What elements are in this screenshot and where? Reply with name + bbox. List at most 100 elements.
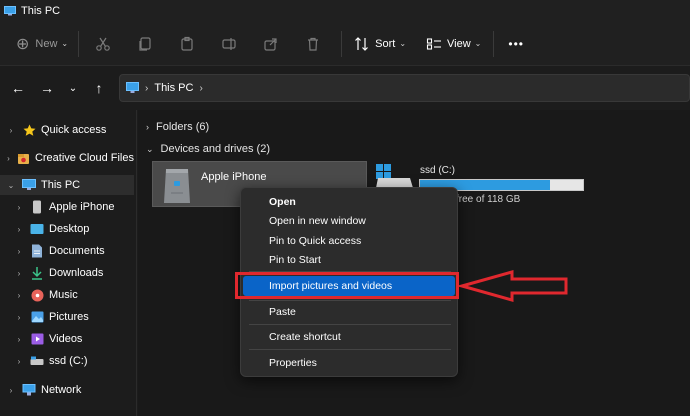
address-bar[interactable]: › This PC › — [119, 74, 690, 102]
expand-chevron-icon[interactable]: › — [14, 291, 24, 300]
arrow-up-icon: ↑ — [95, 80, 103, 96]
this-pc-icon — [4, 6, 16, 16]
expand-chevron-icon[interactable]: › — [14, 335, 24, 344]
collapse-chevron-icon[interactable]: ⌄ — [6, 181, 16, 190]
sidebar-item-downloads[interactable]: › Downloads — [0, 263, 134, 283]
copy-button[interactable] — [131, 30, 159, 58]
menu-item-paste[interactable]: Paste — [269, 306, 296, 318]
expand-chevron-icon[interactable]: › — [6, 386, 16, 395]
download-icon — [30, 266, 44, 280]
videos-icon — [30, 332, 44, 346]
menu-divider — [249, 349, 451, 350]
share-button[interactable] — [257, 30, 285, 58]
monitor-icon — [22, 178, 36, 192]
sidebar-item-label: Network — [41, 384, 82, 396]
menu-item-pin-quick-access[interactable]: Pin to Quick access — [269, 235, 361, 247]
expand-chevron-icon[interactable]: › — [14, 225, 24, 234]
sidebar-item-desktop[interactable]: › Desktop — [0, 219, 134, 239]
sidebar-item-label: ssd (C:) — [49, 355, 88, 367]
menu-item-create-shortcut[interactable]: Create shortcut — [269, 331, 341, 343]
menu-divider — [249, 324, 451, 325]
desktop-icon — [30, 222, 44, 236]
menu-item-open-new-window[interactable]: Open in new window — [269, 215, 366, 227]
sidebar-item-creative-cloud[interactable]: › Creative Cloud Files — [0, 148, 134, 168]
menu-item-properties[interactable]: Properties — [269, 357, 317, 369]
arrow-left-icon: ← — [11, 80, 25, 96]
breadcrumb-this-pc[interactable]: This PC — [154, 82, 193, 94]
sidebar-item-videos[interactable]: › Videos — [0, 329, 134, 349]
sidebar-item-label: Videos — [49, 333, 83, 345]
expand-chevron-icon[interactable]: › — [14, 313, 24, 322]
music-icon — [30, 288, 44, 302]
expand-chevron-icon[interactable]: › — [14, 269, 24, 278]
plus-icon: ⊕ — [16, 35, 30, 53]
chevron-right-icon: › — [146, 122, 149, 132]
expand-chevron-icon[interactable]: › — [14, 247, 24, 256]
sidebar-item-apple-iphone[interactable]: › Apple iPhone — [0, 197, 134, 217]
delete-button[interactable] — [299, 30, 327, 58]
rename-button[interactable] — [215, 30, 243, 58]
recent-locations-button[interactable]: ⌄ — [60, 75, 86, 101]
expand-chevron-icon[interactable]: › — [6, 126, 16, 135]
title-bar: This PC — [0, 0, 690, 22]
folders-group-header[interactable]: › Folders (6) — [146, 121, 209, 133]
forward-button[interactable]: → — [34, 75, 60, 101]
scissors-icon — [96, 37, 110, 51]
sidebar-item-this-pc[interactable]: ⌄ This PC — [0, 175, 134, 195]
drive-icon — [30, 354, 44, 368]
arrow-right-icon: → — [40, 80, 54, 96]
pictures-icon — [30, 310, 44, 324]
documents-icon — [30, 244, 44, 258]
expand-chevron-icon[interactable]: › — [14, 203, 24, 212]
phone-icon — [30, 200, 44, 214]
sidebar-item-label: Quick access — [41, 124, 107, 136]
menu-item-pin-start[interactable]: Pin to Start — [269, 254, 321, 266]
sidebar-item-label: Music — [49, 289, 78, 301]
expand-chevron-icon[interactable]: › — [14, 357, 24, 366]
menu-item-open[interactable]: Open — [269, 196, 296, 208]
view-label: View — [447, 37, 471, 50]
chevron-right-icon[interactable]: › — [199, 83, 202, 94]
trash-icon — [308, 37, 319, 51]
paste-button[interactable] — [173, 30, 201, 58]
new-button[interactable]: ⊕ New ⌄ — [16, 30, 68, 58]
sidebar-item-label: Downloads — [49, 267, 104, 279]
sidebar-item-label: Documents — [49, 245, 105, 257]
sidebar-item-pictures[interactable]: › Pictures — [0, 307, 134, 327]
expand-chevron-icon[interactable]: › — [6, 154, 11, 163]
more-options-button[interactable]: ••• — [508, 30, 524, 58]
drive-name: ssd (C:) — [420, 165, 455, 176]
rename-icon — [222, 37, 236, 50]
cut-button[interactable] — [89, 30, 117, 58]
sidebar-item-music[interactable]: › Music — [0, 285, 134, 305]
toolbar-divider — [78, 30, 80, 57]
chevron-down-icon: ⌄ — [68, 82, 78, 94]
chevron-down-icon: ⌄ — [146, 143, 154, 154]
sidebar-item-quick-access[interactable]: › Quick access — [0, 120, 134, 140]
menu-divider — [249, 300, 451, 301]
sidebar-item-ssd[interactable]: › ssd (C:) — [0, 351, 134, 371]
toolbar-divider — [493, 30, 495, 57]
copy-icon — [139, 36, 151, 51]
sidebar-item-documents[interactable]: › Documents — [0, 241, 134, 261]
devices-group-label: Devices and drives (2) — [160, 143, 270, 155]
chevron-down-icon: ⌄ — [61, 39, 69, 48]
drive-free-space: free of 118 GB — [456, 194, 521, 205]
sidebar-item-label: Creative Cloud Files — [34, 152, 134, 164]
window-title: This PC — [21, 5, 61, 17]
share-icon — [264, 37, 277, 51]
sidebar-item-label: Apple iPhone — [49, 201, 115, 213]
monitor-icon — [126, 82, 139, 93]
back-button[interactable]: ← — [5, 75, 31, 101]
creative-cloud-icon — [17, 151, 30, 165]
up-button[interactable]: ↑ — [86, 75, 112, 101]
sidebar-item-network[interactable]: › Network — [0, 380, 134, 400]
more-label: ••• — [508, 36, 524, 51]
view-button[interactable]: View ⌄ — [426, 30, 481, 58]
devices-group-header[interactable]: ⌄ Devices and drives (2) — [146, 143, 270, 155]
sidebar-item-label: This PC — [41, 179, 81, 191]
navigation-bar: ← → ⌄ ↑ › This PC › — [0, 66, 690, 110]
sort-button[interactable]: Sort ⌄ — [354, 30, 406, 58]
portable-device-icon — [162, 165, 192, 208]
chevron-down-icon: ⌄ — [399, 39, 407, 48]
